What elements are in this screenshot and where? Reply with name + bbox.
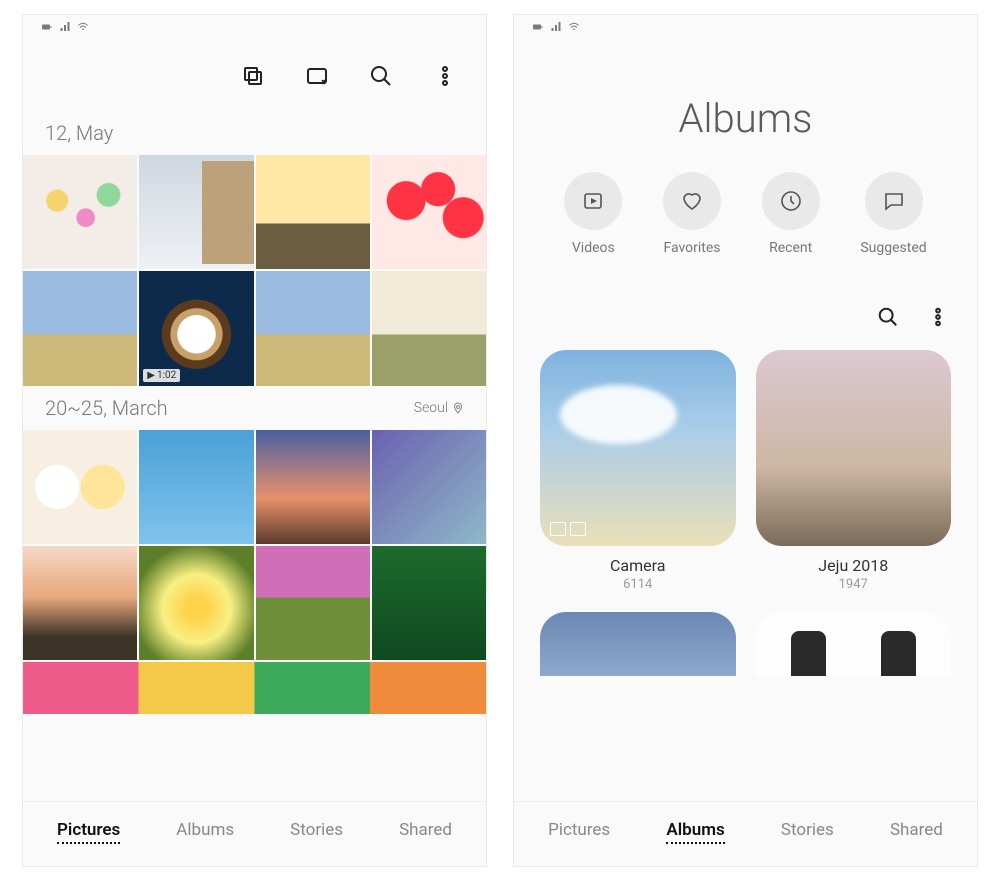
photo-thumb[interactable]	[256, 546, 370, 660]
photo-thumb[interactable]	[23, 155, 137, 269]
category-videos[interactable]: Videos	[564, 172, 622, 256]
album-title: Jeju 2018	[818, 556, 888, 575]
location-label: Seoul	[414, 400, 464, 416]
signal-icon	[550, 21, 562, 33]
video-badge: ▶ 1:02	[143, 369, 180, 382]
search-icon[interactable]	[368, 63, 394, 89]
album-title: Camera	[610, 556, 665, 575]
photo-thumb[interactable]	[372, 271, 486, 385]
photo-thumb[interactable]	[256, 271, 370, 385]
photo-thumb[interactable]	[23, 546, 137, 660]
album-type-badge	[550, 522, 586, 536]
battery-icon	[532, 21, 544, 33]
photo-thumb[interactable]	[139, 546, 253, 660]
albums-toolbar	[514, 296, 977, 350]
category-suggested[interactable]: Suggested	[860, 172, 926, 256]
photo-thumb[interactable]	[139, 155, 253, 269]
category-favorites[interactable]: Favorites	[663, 172, 721, 256]
photo-thumb[interactable]	[372, 546, 486, 660]
album-count: 6114	[623, 577, 652, 592]
photo-thumb[interactable]	[256, 430, 370, 544]
album-grid: Camera 6114 Jeju 2018 1947	[514, 350, 977, 592]
photo-thumb[interactable]	[372, 155, 486, 269]
category-label: Favorites	[663, 240, 720, 256]
clock-icon	[779, 189, 803, 213]
more-icon[interactable]	[432, 63, 458, 89]
tab-stories[interactable]: Stories	[781, 820, 834, 844]
tab-shared[interactable]: Shared	[399, 820, 452, 844]
location-icon	[452, 402, 464, 414]
photo-thumb[interactable]	[372, 430, 486, 544]
album-count: 1947	[839, 577, 868, 592]
search-icon[interactable]	[877, 306, 899, 332]
photo-grid-2	[23, 430, 486, 715]
album-grid-partial	[514, 592, 977, 676]
photo-thumb[interactable]: ▶ 1:02	[139, 271, 253, 385]
wifi-icon	[568, 21, 580, 33]
gif-icon[interactable]	[304, 63, 330, 89]
date-header-2: 20~25, March Seoul	[23, 386, 486, 430]
date-label: 12, May	[45, 121, 113, 145]
album-partial[interactable]	[540, 612, 736, 676]
wifi-icon	[77, 21, 89, 33]
tab-pictures[interactable]: Pictures	[548, 820, 610, 844]
album-partial[interactable]	[756, 612, 952, 676]
category-row: Videos Favorites Recent Suggested	[514, 172, 977, 296]
bottom-tabs: Pictures Albums Stories Shared	[514, 801, 977, 866]
date-label: 20~25, March	[45, 396, 168, 420]
status-bar	[514, 15, 977, 35]
date-header-1: 12, May	[23, 111, 486, 155]
tab-shared[interactable]: Shared	[890, 820, 943, 844]
heart-icon	[680, 189, 704, 213]
photo-grid-1: ▶ 1:02	[23, 155, 486, 386]
bottom-tabs: Pictures Albums Stories Shared	[23, 801, 486, 866]
status-bar	[23, 15, 486, 35]
album-camera[interactable]: Camera 6114	[540, 350, 736, 592]
chat-icon	[882, 189, 906, 213]
photo-thumb[interactable]	[256, 155, 370, 269]
top-toolbar	[23, 35, 486, 111]
album-jeju[interactable]: Jeju 2018 1947	[756, 350, 952, 592]
phone-albums: Albums Videos Favorites Recent Suggested…	[513, 14, 978, 867]
tab-albums[interactable]: Albums	[176, 820, 234, 844]
tab-stories[interactable]: Stories	[290, 820, 343, 844]
phone-pictures: 12, May ▶ 1:02 20~25, March Seoul Pictur…	[22, 14, 487, 867]
tab-albums[interactable]: Albums	[666, 820, 724, 844]
tab-pictures[interactable]: Pictures	[57, 820, 120, 844]
more-icon[interactable]	[927, 306, 949, 332]
category-recent[interactable]: Recent	[762, 172, 820, 256]
category-label: Suggested	[860, 240, 926, 256]
play-rect-icon	[581, 189, 605, 213]
stack-icon[interactable]	[240, 63, 266, 89]
page-title: Albums	[514, 35, 977, 172]
photo-thumb[interactable]	[23, 662, 486, 714]
photo-thumb[interactable]	[139, 430, 253, 544]
photo-thumb[interactable]	[23, 430, 137, 544]
battery-icon	[41, 21, 53, 33]
photo-thumb[interactable]	[23, 271, 137, 385]
category-label: Videos	[572, 240, 615, 256]
category-label: Recent	[769, 240, 812, 256]
signal-icon	[59, 21, 71, 33]
